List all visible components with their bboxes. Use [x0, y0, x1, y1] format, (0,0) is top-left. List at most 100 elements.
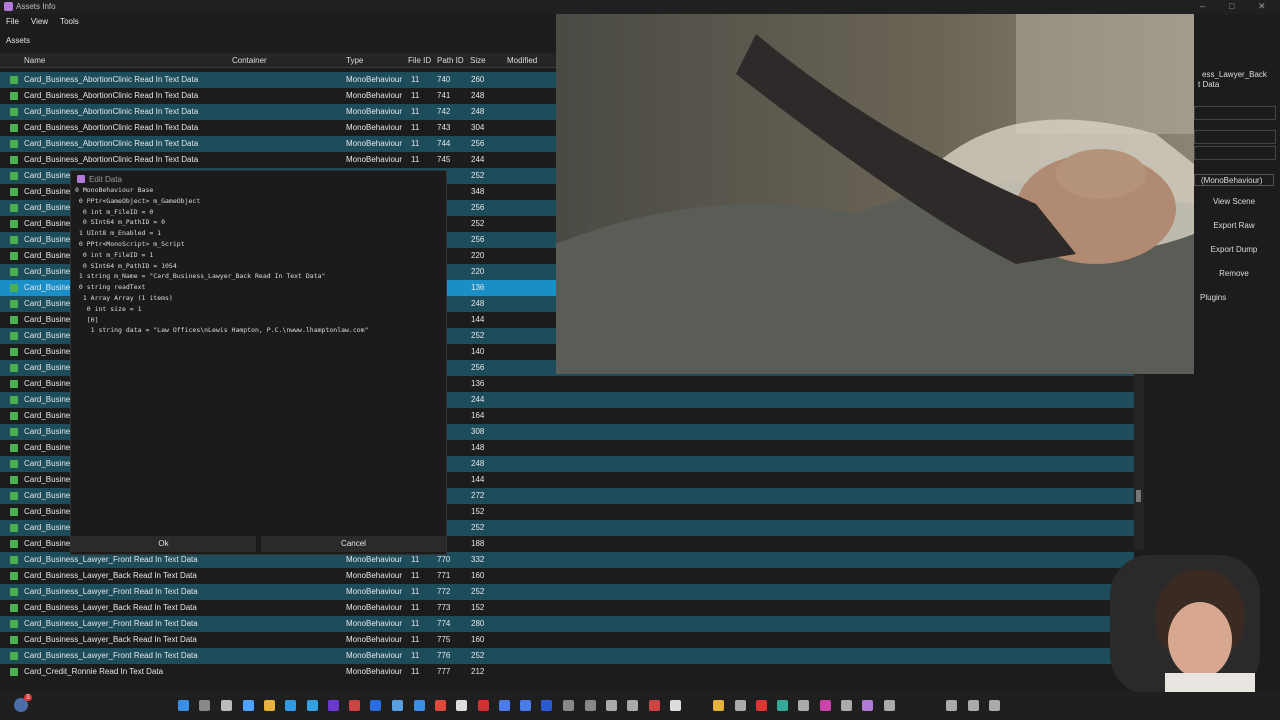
tree-line[interactable]: 1 string m_Name = "Card_Business_Lawyer_…	[75, 271, 369, 282]
minimize-icon[interactable]: –	[1200, 1, 1205, 11]
taskbar-app-icon[interactable]	[370, 700, 381, 711]
taskbar-app-icon[interactable]	[989, 700, 1000, 711]
row-size: 136	[471, 379, 485, 388]
remove-button[interactable]: Remove	[1194, 266, 1274, 282]
tree-line[interactable]: 1 string data = "Law Offices\nLewis Hamp…	[75, 325, 369, 336]
row-name: Card_Busines	[24, 427, 75, 436]
col-size[interactable]: Size	[470, 56, 486, 65]
taskbar-app-icon[interactable]	[884, 700, 895, 711]
row-path-id: 740	[437, 75, 451, 84]
scrollbar-thumb[interactable]	[1136, 490, 1141, 502]
path-field[interactable]	[1194, 106, 1276, 120]
asset-icon	[10, 284, 18, 292]
row-size: 252	[471, 523, 485, 532]
menu-file[interactable]: File	[6, 15, 19, 29]
plugins-button[interactable]: Plugins	[1194, 290, 1280, 306]
export-dump-button[interactable]: Export Dump	[1194, 242, 1274, 258]
col-name[interactable]: Name	[24, 56, 45, 65]
taskbar-app-icon[interactable]	[563, 700, 574, 711]
tree-line[interactable]: 0 MonoBehaviour Base	[75, 185, 369, 196]
taskbar-app-icon[interactable]	[585, 700, 596, 711]
table-row[interactable]: Card_Credit_Ronnie Read In Text Data Mono…	[0, 664, 1134, 680]
window-title: Assets Info	[16, 2, 56, 11]
taskbar-app-icon[interactable]	[649, 700, 660, 711]
taskbar-app-icon[interactable]	[946, 700, 957, 711]
taskbar-app-icon[interactable]	[606, 700, 617, 711]
row-size: 248	[471, 91, 485, 100]
taskbar-app-icon[interactable]	[478, 700, 489, 711]
taskbar-app-icon[interactable]	[349, 700, 360, 711]
taskbar-app-icon[interactable]	[713, 700, 724, 711]
tree-line[interactable]: 0 PPtr<MonoScript> m_Script	[75, 239, 369, 250]
row-type: MonoBehaviour	[346, 667, 403, 676]
taskbar-app-icon[interactable]	[392, 700, 403, 711]
tree-line[interactable]: 0 SInt64 m_PathID = 1054	[75, 261, 369, 272]
taskbar-app-icon[interactable]	[520, 700, 531, 711]
id-field[interactable]	[1194, 146, 1276, 160]
taskbar-app-icon[interactable]	[414, 700, 425, 711]
view-scene-button[interactable]: View Scene	[1194, 194, 1274, 210]
row-name: Card_Business_AbortionClinic Read In Tex…	[24, 139, 199, 148]
tree-line[interactable]: 0 string readText	[75, 282, 369, 293]
table-row[interactable]: Card_Business_Lawyer_Back Read In Text D…	[0, 600, 1134, 616]
taskbar-app-icon[interactable]	[178, 700, 189, 711]
taskbar-app-icon[interactable]	[777, 700, 788, 711]
taskbar-app-icon[interactable]	[820, 700, 831, 711]
taskbar-app-icon[interactable]	[456, 700, 467, 711]
maximize-icon[interactable]: □	[1229, 1, 1234, 11]
row-path-id: 770	[437, 555, 451, 564]
scrollbar[interactable]	[1134, 375, 1144, 550]
taskbar-app-icon[interactable]	[435, 700, 446, 711]
taskbar-app-icon[interactable]	[221, 700, 232, 711]
tab-assets[interactable]: Assets	[6, 36, 30, 45]
taskbar-app-icon[interactable]	[264, 700, 275, 711]
tree-line[interactable]: 0 int m_FileID = 0	[75, 207, 369, 218]
taskbar-app-icon[interactable]	[968, 700, 979, 711]
col-container[interactable]: Container	[232, 56, 267, 65]
taskbar-app-icon[interactable]	[307, 700, 318, 711]
menu-view[interactable]: View	[31, 15, 48, 29]
taskbar-app-icon[interactable]	[285, 700, 296, 711]
taskbar-app-icon[interactable]	[798, 700, 809, 711]
table-row[interactable]: Card_Business_Lawyer_Front Read In Text …	[0, 648, 1134, 664]
export-raw-button[interactable]: Export Raw	[1194, 218, 1274, 234]
table-row[interactable]: Card_Business_Lawyer_Back Read In Text D…	[0, 632, 1134, 648]
row-size: 220	[471, 251, 485, 260]
taskbar-app-icon[interactable]	[541, 700, 552, 711]
cancel-button[interactable]: Cancel	[261, 536, 446, 552]
tree-line[interactable]: 0 SInt64 m_PathID = 0	[75, 217, 369, 228]
taskbar-app-icon[interactable]	[670, 700, 681, 711]
close-icon[interactable]: ✕	[1258, 1, 1266, 12]
col-path-id[interactable]: Path ID	[437, 56, 464, 65]
tree-line[interactable]: 1 UInt8 m_Enabled = 1	[75, 228, 369, 239]
taskbar-app-icon[interactable]	[499, 700, 510, 711]
table-row[interactable]: Card_Business_Lawyer_Front Read In Text …	[0, 616, 1134, 632]
col-modified[interactable]: Modified	[507, 56, 537, 65]
taskbar-app-icon[interactable]	[199, 700, 210, 711]
data-tree[interactable]: 0 MonoBehaviour Base 0 PPtr<GameObject> …	[75, 185, 369, 336]
row-size: 348	[471, 187, 485, 196]
tree-line[interactable]: [0]	[75, 315, 369, 326]
file-field[interactable]	[1194, 130, 1276, 144]
col-type[interactable]: Type	[346, 56, 363, 65]
taskbar-app-icon[interactable]	[756, 700, 767, 711]
col-file-id[interactable]: File ID	[408, 56, 431, 65]
type-field[interactable]: (MonoBehaviour)	[1194, 174, 1274, 186]
tree-line[interactable]: 0 PPtr<GameObject> m_GameObject	[75, 196, 369, 207]
table-row[interactable]: Card_Business_Lawyer_Front Read In Text …	[0, 584, 1134, 600]
asset-icon	[10, 332, 18, 340]
taskbar-app-icon[interactable]	[862, 700, 873, 711]
table-row[interactable]: Card_Business_Lawyer_Back Read In Text D…	[0, 568, 1134, 584]
tree-line[interactable]: 0 int m_FileID = 1	[75, 250, 369, 261]
row-size: 308	[471, 427, 485, 436]
taskbar-app-icon[interactable]	[627, 700, 638, 711]
taskbar-app-icon[interactable]	[328, 700, 339, 711]
tree-line[interactable]: 0 int size = 1	[75, 304, 369, 315]
row-name: Card_Business_Lawyer_Front Read In Text …	[24, 619, 198, 628]
menu-tools[interactable]: Tools	[60, 15, 79, 29]
tree-line[interactable]: 1 Array Array (1 items)	[75, 293, 369, 304]
taskbar-app-icon[interactable]	[841, 700, 852, 711]
ok-button[interactable]: Ok	[71, 536, 256, 552]
taskbar-app-icon[interactable]	[243, 700, 254, 711]
taskbar-app-icon[interactable]	[735, 700, 746, 711]
